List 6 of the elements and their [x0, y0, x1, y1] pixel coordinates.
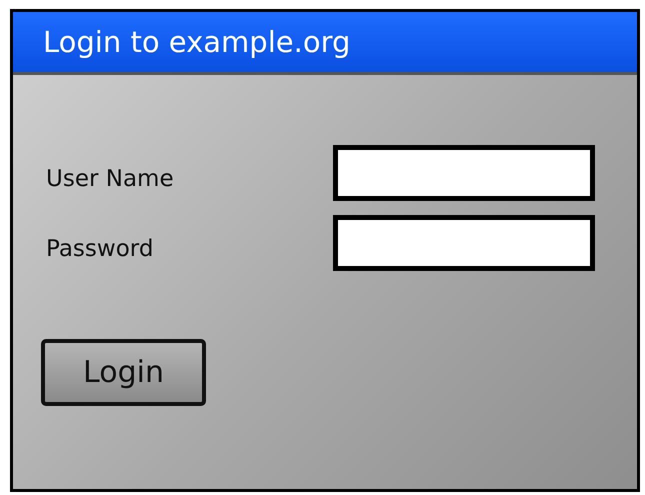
field-label: User Name [46, 166, 175, 192]
login-button[interactable]: Login [41, 339, 206, 406]
input-field[interactable] [333, 145, 595, 201]
field-label: Password [46, 236, 154, 262]
window-title: Login to example.org [43, 25, 350, 59]
input-field[interactable] [333, 215, 595, 271]
